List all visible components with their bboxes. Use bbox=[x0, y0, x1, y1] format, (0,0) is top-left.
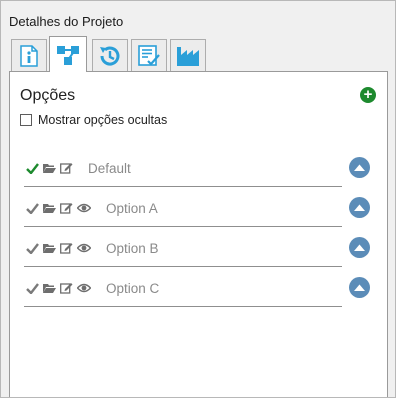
eye-icon[interactable] bbox=[77, 203, 91, 213]
edit-icon[interactable] bbox=[60, 242, 73, 254]
checklist-icon bbox=[137, 44, 161, 68]
tab-factory[interactable] bbox=[170, 39, 206, 71]
eye-icon[interactable] bbox=[77, 243, 91, 253]
triangle-up-icon bbox=[354, 284, 365, 292]
show-hidden-label: Mostrar opções ocultas bbox=[38, 113, 168, 127]
option-row-b[interactable]: Option B bbox=[24, 228, 370, 267]
inactive-check-icon[interactable] bbox=[26, 242, 39, 254]
show-hidden-checkbox[interactable] bbox=[20, 114, 32, 126]
option-row-default[interactable]: Default bbox=[24, 148, 370, 187]
add-option-button[interactable]: + bbox=[360, 87, 376, 103]
inactive-check-icon[interactable] bbox=[26, 282, 39, 294]
open-folder-icon[interactable] bbox=[43, 203, 56, 214]
open-folder-icon[interactable] bbox=[43, 283, 56, 294]
option-label: Default bbox=[88, 161, 131, 176]
triangle-up-icon bbox=[354, 164, 365, 172]
edit-icon[interactable] bbox=[60, 282, 73, 294]
option-row-a[interactable]: Option A bbox=[24, 188, 370, 227]
plus-icon: + bbox=[363, 86, 373, 103]
tab-history[interactable] bbox=[92, 39, 128, 71]
tab-structure[interactable] bbox=[49, 36, 87, 72]
panel-title: Detalhes do Projeto bbox=[9, 14, 124, 29]
move-up-button[interactable] bbox=[349, 277, 370, 298]
move-up-button[interactable] bbox=[349, 157, 370, 178]
triangle-up-icon bbox=[354, 244, 365, 252]
tab-checklist[interactable] bbox=[131, 39, 167, 71]
structure-icon bbox=[56, 44, 80, 66]
factory-icon bbox=[176, 45, 200, 67]
options-content: Opções + Mostrar opções ocultas Default bbox=[9, 71, 388, 397]
option-label: Option C bbox=[106, 281, 160, 296]
show-hidden-row[interactable]: Mostrar opções ocultas bbox=[20, 113, 167, 127]
open-folder-icon[interactable] bbox=[43, 163, 56, 174]
move-up-button[interactable] bbox=[349, 237, 370, 258]
option-row-c[interactable]: Option C bbox=[24, 268, 370, 307]
edit-icon[interactable] bbox=[60, 162, 73, 174]
open-folder-icon[interactable] bbox=[43, 243, 56, 254]
edit-icon[interactable] bbox=[60, 202, 73, 214]
active-check-icon[interactable] bbox=[26, 162, 39, 174]
option-label: Option B bbox=[106, 241, 159, 256]
options-title: Opções bbox=[20, 87, 76, 104]
move-up-button[interactable] bbox=[349, 197, 370, 218]
project-details-panel: Detalhes do Projeto Opções + Mostrar opç… bbox=[0, 0, 396, 398]
inactive-check-icon[interactable] bbox=[26, 202, 39, 214]
triangle-up-icon bbox=[354, 204, 365, 212]
option-label: Option A bbox=[106, 201, 158, 216]
tab-info[interactable] bbox=[11, 39, 47, 71]
info-icon bbox=[19, 44, 39, 67]
history-icon bbox=[97, 43, 123, 69]
eye-icon[interactable] bbox=[77, 283, 91, 293]
